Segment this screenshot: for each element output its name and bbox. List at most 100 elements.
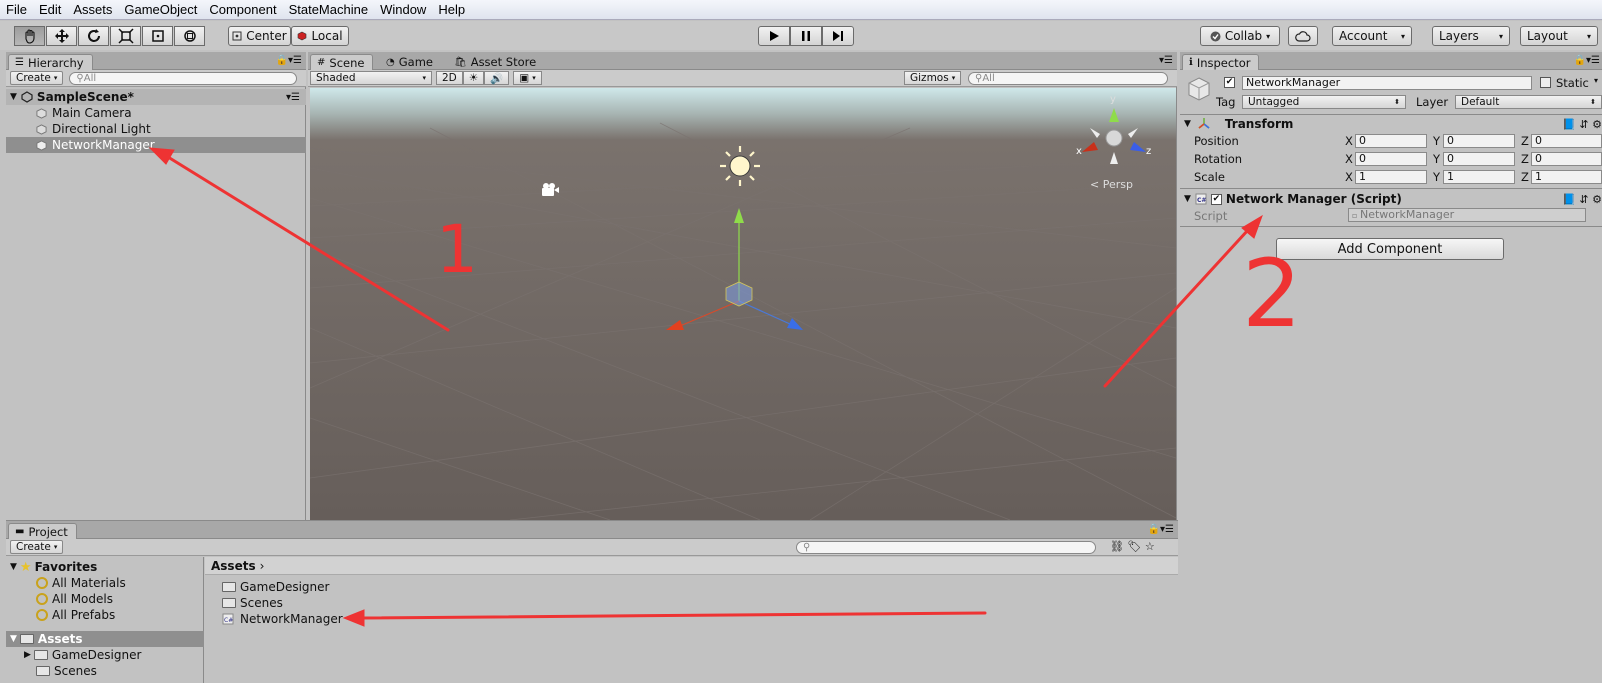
scene-viewport[interactable]: y x z < Persp [310, 88, 1176, 520]
shading-mode-dropdown[interactable]: Shaded ▾ [310, 71, 432, 85]
asset-folder-scenes[interactable]: Scenes [222, 595, 283, 611]
asset-folder-gamedesigner[interactable]: GameDesigner [222, 579, 329, 595]
tab-game-label: Game [398, 55, 433, 69]
scale-tool-button[interactable] [110, 26, 141, 46]
scene-options-icon[interactable]: ▾☰ [286, 92, 300, 103]
component-settings-icon[interactable]: 📘 ⇵ ⚙ [1562, 118, 1602, 131]
menu-component[interactable]: Component [209, 2, 276, 17]
hierarchy-item-main-camera[interactable]: Main Camera [36, 105, 132, 121]
rotation-y-field[interactable]: 0 [1443, 152, 1515, 166]
breadcrumb-assets[interactable]: Assets [211, 559, 256, 573]
filter-icons[interactable]: ⛓ 🏷 ☆ [1110, 540, 1155, 553]
active-checkbox[interactable]: ✔ [1224, 77, 1235, 88]
gizmos-dropdown[interactable]: Gizmos ▾ [904, 71, 962, 85]
scale-x-field[interactable]: 1 [1355, 170, 1427, 184]
transform-header[interactable]: ▼ Transform 📘 ⇵ ⚙ [1184, 115, 1602, 133]
rotation-z-field[interactable]: 0 [1531, 152, 1602, 166]
scale-z-field[interactable]: 1 [1531, 170, 1602, 184]
scene-root-row[interactable]: ▼ SampleScene* ▾☰ [6, 89, 306, 105]
menu-edit[interactable]: Edit [39, 2, 61, 17]
position-y-field[interactable]: 0 [1443, 134, 1515, 148]
favorite-label: All Models [52, 592, 113, 606]
assets-root-row[interactable]: ▼ Assets [6, 631, 204, 647]
position-z-field[interactable]: 0 [1531, 134, 1602, 148]
menu-statemachine[interactable]: StateMachine [289, 2, 369, 17]
play-icon [770, 31, 779, 41]
tree-folder-scenes[interactable]: Scenes [36, 663, 97, 679]
menu-window[interactable]: Window [380, 2, 426, 17]
pivot-center-button[interactable]: Center [228, 26, 291, 46]
favorites-header[interactable]: ▼ ★ Favorites [10, 559, 97, 575]
rect-tool-button[interactable] [142, 26, 173, 46]
menu-assets[interactable]: Assets [73, 2, 112, 17]
cloud-button[interactable] [1288, 26, 1318, 46]
hierarchy-create-button[interactable]: Create ▾ [10, 71, 64, 85]
rotation-x-field[interactable]: 0 [1355, 152, 1427, 166]
play-button[interactable] [758, 26, 790, 46]
dropdown-arrow-icon: ⬍ [1394, 98, 1400, 106]
collab-dropdown[interactable]: Collab ▾ [1200, 26, 1280, 46]
position-x-field[interactable]: 0 [1355, 134, 1427, 148]
hierarchy-search-input[interactable]: ⚲ All [69, 71, 298, 85]
favorite-all-prefabs[interactable]: All Prefabs [36, 607, 115, 623]
layout-dropdown[interactable]: Layout ▾ [1520, 26, 1598, 46]
tab-project[interactable]: ▬ Project [8, 523, 77, 539]
tab-inspector[interactable]: ℹ Inspector [1182, 54, 1260, 70]
folder-icon [36, 666, 50, 676]
menu-file[interactable]: File [6, 2, 27, 17]
audio-toggle[interactable]: 🔊 [484, 71, 510, 85]
panel-menu-icon[interactable]: 🔒▾☰ [1148, 524, 1174, 535]
project-create-button[interactable]: Create ▾ [10, 540, 64, 554]
favorite-all-materials[interactable]: All Materials [36, 575, 126, 591]
pivot-local-button[interactable]: Local [291, 26, 349, 46]
grid-icon: # [317, 57, 326, 68]
persp-label[interactable]: < Persp [1090, 178, 1133, 191]
layer-dropdown[interactable]: Default ⬍ [1455, 95, 1602, 109]
mode-2d-button[interactable]: 2D [436, 71, 463, 85]
network-manager-component-header[interactable]: ▼ C# ✔ Network Manager (Script) 📘 ⇵ ⚙ [1184, 190, 1602, 208]
panel-menu-icon[interactable]: ▾☰ [1159, 55, 1173, 66]
dropdown-arrow-icon[interactable]: ▾ [1594, 76, 1598, 85]
add-component-button[interactable]: Add Component [1276, 238, 1504, 260]
asset-script-networkmanager[interactable]: C# NetworkManager [222, 611, 343, 627]
menu-help[interactable]: Help [438, 2, 465, 17]
effects-dropdown[interactable]: ▣ ▾ [513, 71, 542, 85]
rotate-tool-button[interactable] [78, 26, 109, 46]
axis-y-label: Y [1433, 152, 1441, 166]
svg-text:C#: C# [224, 617, 233, 624]
component-settings-icon[interactable]: 📘 ⇵ ⚙ [1562, 193, 1602, 206]
account-dropdown[interactable]: Account ▾ [1332, 26, 1412, 46]
hierarchy-item-networkmanager[interactable]: NetworkManager [6, 137, 306, 153]
project-search-input[interactable]: ⚲ [796, 540, 1096, 554]
scene-search-input[interactable]: ⚲ All [968, 71, 1168, 85]
panel-menu-icon[interactable]: 🔒▾☰ [1574, 55, 1600, 66]
tab-scene[interactable]: # Scene [310, 54, 374, 70]
lighting-toggle[interactable]: ☀ [462, 71, 485, 85]
move-tool-button[interactable] [46, 26, 77, 46]
scale-y-field[interactable]: 1 [1443, 170, 1515, 184]
component-enabled-checkbox[interactable]: ✔ [1210, 193, 1222, 205]
favorite-all-models[interactable]: All Models [36, 591, 113, 607]
static-checkbox[interactable] [1540, 77, 1551, 88]
pause-button[interactable] [790, 26, 822, 46]
transform-tool-button[interactable] [174, 26, 205, 46]
tree-folder-gamedesigner[interactable]: ▶ GameDesigner [24, 647, 141, 663]
layers-dropdown[interactable]: Layers ▾ [1432, 26, 1510, 46]
panel-menu-icon[interactable]: 🔒▾☰ [276, 55, 302, 66]
hand-tool-button[interactable] [14, 26, 45, 46]
assets-label: Assets [37, 632, 83, 646]
axis-z-label: Z [1521, 152, 1529, 166]
object-name-field[interactable]: NetworkManager [1242, 76, 1532, 90]
pivot-label: Center [246, 29, 287, 43]
tab-game[interactable]: ◔ Game [380, 54, 441, 70]
divider [1180, 188, 1602, 189]
tab-asset-store[interactable]: 🛍 Asset Store [448, 54, 544, 70]
hierarchy-item-directional-light[interactable]: Directional Light [36, 121, 151, 137]
tag-dropdown[interactable]: Untagged ⬍ [1242, 95, 1406, 109]
step-button[interactable] [822, 26, 854, 46]
tab-hierarchy[interactable]: ☰ Hierarchy [8, 54, 93, 70]
expand-arrow-icon: ▶ [24, 650, 31, 660]
directional-light-gizmo[interactable] [720, 146, 760, 186]
menu-gameobject[interactable]: GameObject [124, 2, 197, 17]
check-icon [1210, 31, 1221, 41]
